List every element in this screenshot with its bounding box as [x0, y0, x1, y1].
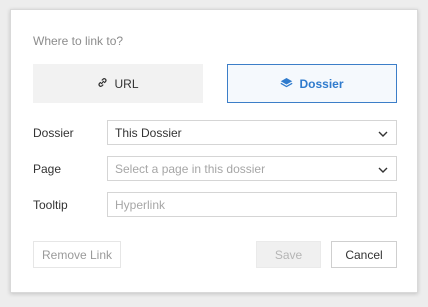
dossier-link-type-button[interactable]: Dossier — [227, 64, 397, 103]
dossier-select-value: This Dossier — [115, 125, 182, 140]
link-icon — [97, 77, 108, 91]
remove-link-button[interactable]: Remove Link — [33, 241, 121, 268]
tooltip-input[interactable]: Hyperlink — [107, 192, 397, 217]
dossier-select[interactable]: This Dossier — [107, 120, 397, 145]
url-link-type-button[interactable]: URL — [33, 64, 203, 103]
tooltip-field-label: Tooltip — [33, 198, 68, 212]
dossier-link-type-label: Dossier — [299, 76, 344, 91]
chevron-down-icon — [378, 162, 388, 176]
chevron-down-icon — [378, 126, 388, 140]
page-select-placeholder: Select a page in this dossier — [115, 161, 266, 176]
link-dialog: Where to link to? URL Dossier Dossier Th… — [10, 9, 418, 293]
page-select[interactable]: Select a page in this dossier — [107, 156, 397, 181]
dialog-prompt: Where to link to? — [33, 34, 124, 48]
dossier-icon — [280, 77, 293, 91]
tooltip-input-placeholder: Hyperlink — [115, 197, 166, 212]
cancel-button[interactable]: Cancel — [331, 241, 397, 268]
dossier-field-label: Dossier — [33, 126, 74, 140]
url-link-type-label: URL — [114, 76, 139, 91]
save-button[interactable]: Save — [256, 241, 321, 268]
page-field-label: Page — [33, 162, 62, 176]
